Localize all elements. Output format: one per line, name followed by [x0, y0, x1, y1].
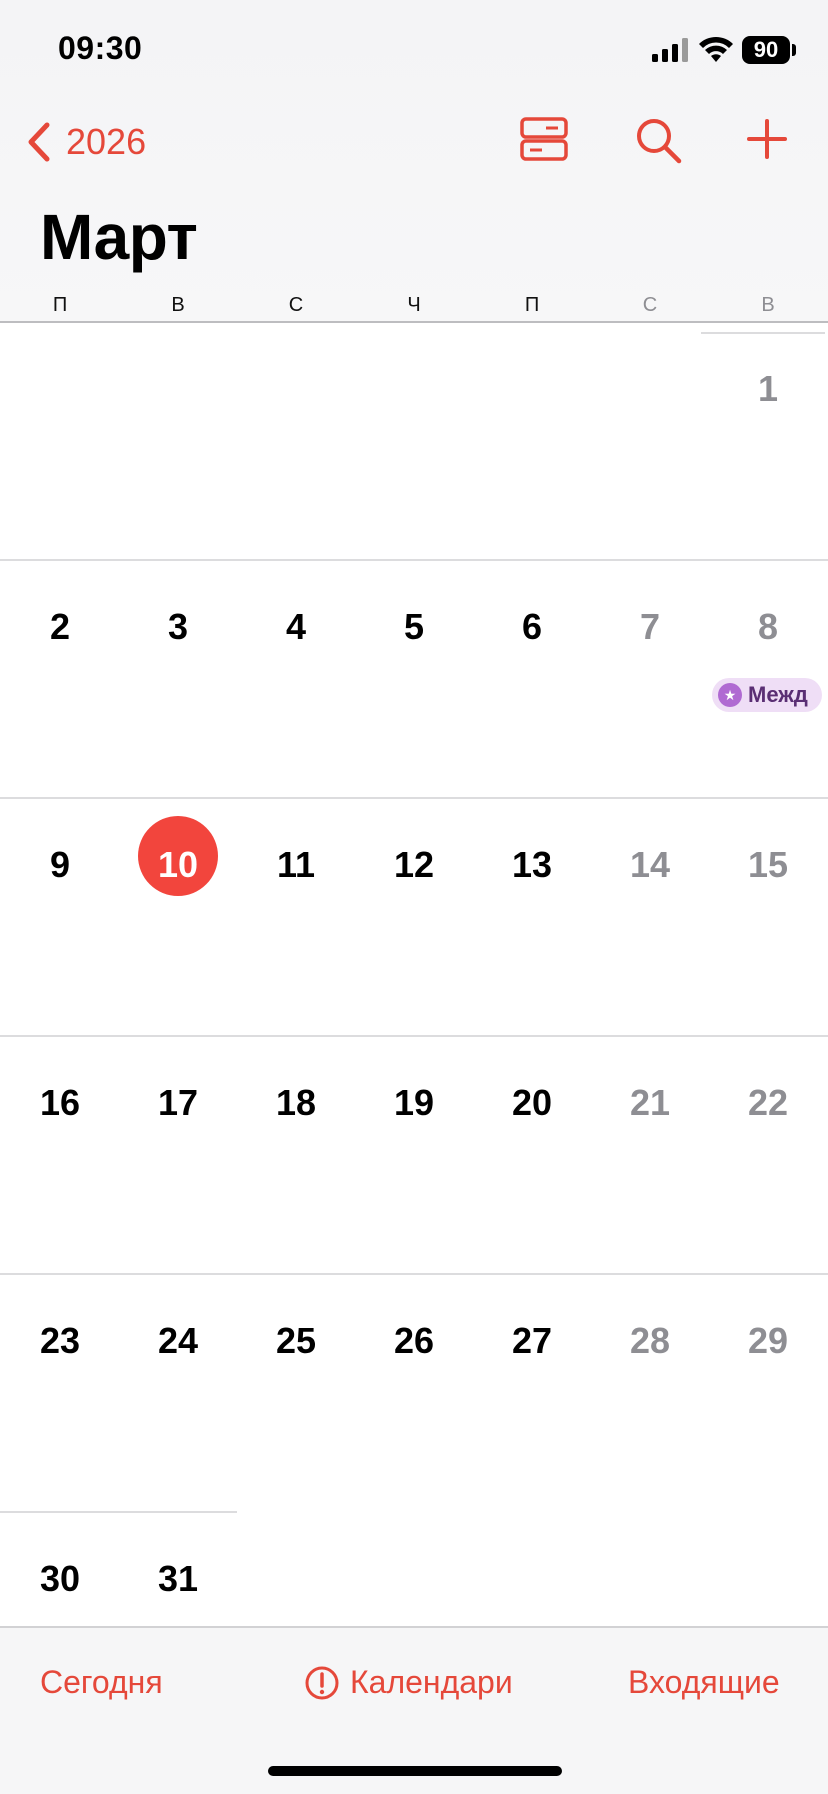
today-day-cell[interactable]: 10 — [119, 844, 237, 886]
day-cell[interactable]: 31 — [119, 1558, 237, 1600]
week-divider — [701, 332, 825, 334]
day-cell[interactable]: 4 — [237, 606, 355, 648]
day-cell[interactable]: 7 — [591, 606, 709, 648]
day-cell[interactable]: 24 — [119, 1320, 237, 1362]
day-cell[interactable]: 28 — [591, 1320, 709, 1362]
event-pill[interactable]: ★ Межд — [712, 678, 822, 712]
day-cell[interactable]: 29 — [709, 1320, 827, 1362]
week-divider — [0, 797, 828, 799]
day-cell[interactable]: 1 — [709, 368, 827, 410]
search-icon[interactable] — [634, 116, 682, 164]
battery-tip — [792, 44, 796, 56]
back-label: 2026 — [66, 121, 147, 162]
calendars-button[interactable]: Календари — [304, 1664, 513, 1701]
header-divider — [0, 321, 828, 323]
day-cell[interactable]: 20 — [473, 1082, 591, 1124]
week-divider — [0, 559, 828, 561]
day-cell[interactable]: 5 — [355, 606, 473, 648]
month-title: Март — [40, 201, 198, 273]
alert-circle-icon — [305, 1666, 339, 1699]
day-cell[interactable]: 12 — [355, 844, 473, 886]
star-icon: ★ — [718, 683, 742, 707]
day-cell[interactable]: 30 — [1, 1558, 119, 1600]
day-cell[interactable]: 6 — [473, 606, 591, 648]
weekday-label: Ч — [407, 294, 421, 316]
day-cell[interactable]: 16 — [1, 1082, 119, 1124]
inbox-button[interactable]: Входящие — [628, 1664, 780, 1701]
day-cell[interactable]: 11 — [237, 844, 355, 886]
day-cell[interactable]: 2 — [1, 606, 119, 648]
battery-level: 90 — [753, 37, 779, 62]
calendars-label: Календари — [350, 1664, 513, 1700]
weekday-label: В — [761, 294, 775, 316]
day-cell[interactable]: 27 — [473, 1320, 591, 1362]
week-divider — [0, 1511, 237, 1513]
day-cell[interactable]: 8 — [709, 606, 827, 648]
home-indicator — [268, 1766, 562, 1776]
chevron-left-icon — [28, 122, 50, 162]
day-cell[interactable]: 3 — [119, 606, 237, 648]
day-cell[interactable]: 21 — [591, 1082, 709, 1124]
day-cell[interactable]: 9 — [1, 844, 119, 886]
weekday-label: П — [524, 294, 540, 316]
day-cell[interactable]: 14 — [591, 844, 709, 886]
day-cell[interactable]: 25 — [237, 1320, 355, 1362]
weekday-label: В — [171, 294, 185, 316]
add-event-icon[interactable] — [746, 118, 788, 160]
weekday-label: С — [642, 294, 658, 316]
event-title: Межд — [748, 682, 808, 707]
wifi-icon — [699, 36, 733, 62]
week-divider — [0, 1035, 828, 1037]
day-cell[interactable]: 26 — [355, 1320, 473, 1362]
week-divider — [0, 1273, 828, 1275]
list-view-icon[interactable] — [520, 116, 568, 162]
back-to-year-button[interactable]: 2026 — [26, 118, 146, 166]
status-time: 09:30 — [58, 30, 143, 66]
day-cell[interactable]: 15 — [709, 844, 827, 886]
day-cell[interactable]: 13 — [473, 844, 591, 886]
day-cell[interactable]: 18 — [237, 1082, 355, 1124]
weekday-label: С — [288, 294, 304, 316]
battery-indicator: 90 — [742, 36, 790, 64]
day-cell[interactable]: 22 — [709, 1082, 827, 1124]
cellular-signal-icon — [652, 38, 688, 62]
today-button[interactable]: Сегодня — [40, 1664, 163, 1701]
day-cell[interactable]: 17 — [119, 1082, 237, 1124]
weekday-label: П — [52, 294, 68, 316]
day-cell[interactable]: 23 — [1, 1320, 119, 1362]
day-cell[interactable]: 19 — [355, 1082, 473, 1124]
